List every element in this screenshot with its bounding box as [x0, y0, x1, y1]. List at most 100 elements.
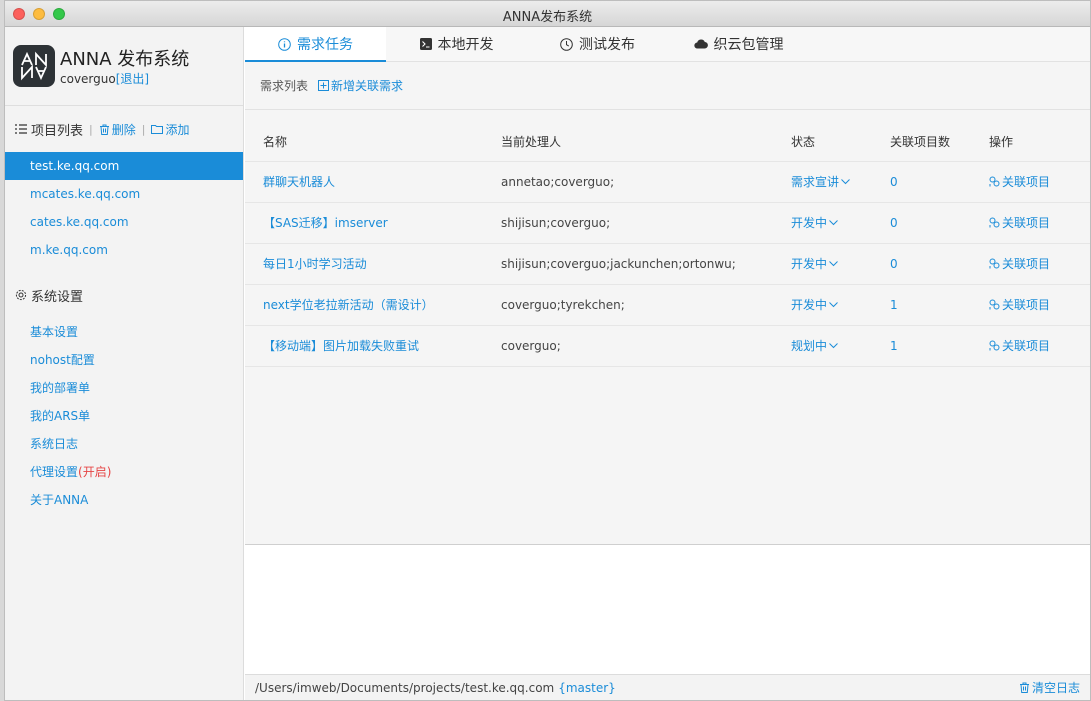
link-project-button[interactable]: 关联项目: [989, 296, 1050, 313]
clock-icon: [560, 37, 573, 51]
tab-package-management[interactable]: 织云包管理: [668, 27, 809, 61]
requirements-list-label: 需求列表: [260, 79, 309, 93]
settings-item-ars[interactable]: 我的ARS单: [5, 402, 243, 430]
folder-icon: [151, 124, 164, 134]
project-list-header: 项目列表 | 删除 | 添加: [5, 106, 243, 152]
column-name: 名称: [263, 134, 288, 149]
gear-icon: [15, 289, 27, 301]
requirement-name-link[interactable]: 【SAS迁移】imserver: [245, 202, 483, 243]
link-icon: [989, 176, 1000, 187]
project-list-title: 项目列表: [31, 123, 84, 139]
project-item-m[interactable]: m.ke.qq.com: [5, 236, 243, 264]
link-icon: [989, 299, 1000, 310]
link-project-button[interactable]: 关联项目: [989, 173, 1050, 190]
clear-log-button[interactable]: 清空日志: [1019, 679, 1080, 696]
link-icon: [989, 258, 1000, 269]
link-project-button[interactable]: 关联项目: [989, 255, 1050, 272]
status-dropdown[interactable]: 需求宣讲: [791, 173, 850, 190]
link-icon: [989, 340, 1000, 351]
settings-item-basic[interactable]: 基本设置: [5, 318, 243, 346]
requirement-name-link[interactable]: 【移动端】图片加载失败重试: [245, 325, 483, 366]
requirement-name-link[interactable]: 每日1小时学习活动: [245, 243, 483, 284]
git-branch: {master}: [558, 680, 616, 695]
table-row: 群聊天机器人 annetao;coverguo; 需求宣讲 0 关联项目: [245, 161, 1090, 202]
add-project-button[interactable]: 添加: [151, 121, 189, 138]
project-count: 0: [890, 174, 898, 189]
requirements-panel: 需求列表 新增关联需求 名称 当前处理人 状态 关联项目数 操作 群聊天机器人 …: [245, 62, 1090, 545]
requirement-name-link[interactable]: next学位老拉新活动（需设计）: [245, 284, 483, 325]
plus-square-icon: [318, 80, 330, 91]
project-list: test.ke.qq.com mcates.ke.qq.com cates.ke…: [5, 152, 243, 264]
settings-title: 系统设置: [31, 289, 84, 305]
settings-item-about[interactable]: 关于ANNA: [5, 486, 243, 514]
requirements-toolbar: 需求列表 新增关联需求: [245, 62, 1090, 110]
log-output[interactable]: [245, 546, 1090, 674]
column-status: 状态: [791, 134, 816, 149]
info-icon: [278, 37, 291, 51]
column-project-count: 关联项目数: [890, 134, 951, 149]
link-icon: [989, 217, 1000, 228]
chevron-down-icon: [829, 301, 838, 308]
project-item-mcates[interactable]: mcates.ke.qq.com: [5, 180, 243, 208]
status-dropdown[interactable]: 开发中: [791, 255, 838, 272]
project-item-test[interactable]: test.ke.qq.com: [5, 152, 243, 180]
title-bar: ANNA发布系统: [5, 1, 1090, 27]
anna-logo-icon: [13, 45, 55, 87]
requirement-handler: coverguo;: [501, 338, 561, 353]
chevron-down-icon: [829, 260, 838, 267]
current-user: coverguo[退出]: [60, 70, 149, 87]
app-window: ANNA发布系统 ANNA 发布系统 coverguo[退出] 项目列表 | 删…: [4, 0, 1091, 701]
main-panel: 需求任务 本地开发 测试发布 织云包管理 需求列表 新增关联需求 名称 当前处理…: [245, 27, 1090, 700]
cloud-icon: [693, 39, 708, 49]
tab-test-release[interactable]: 测试发布: [527, 27, 668, 61]
requirement-handler: shijisun;coverguo;: [501, 215, 611, 230]
project-count: 1: [890, 297, 898, 312]
requirement-name-link[interactable]: 群聊天机器人: [245, 161, 483, 202]
trash-icon: [1019, 682, 1030, 693]
brand-header: ANNA 发布系统 coverguo[退出]: [5, 27, 243, 106]
chevron-down-icon: [829, 219, 838, 226]
settings-item-deploy[interactable]: 我的部署单: [5, 374, 243, 402]
status-dropdown[interactable]: 开发中: [791, 296, 838, 313]
logout-link[interactable]: [退出]: [116, 72, 149, 86]
proxy-state: (开启): [78, 465, 112, 479]
table-row: next学位老拉新活动（需设计） coverguo;tyrekchen; 开发中…: [245, 284, 1090, 325]
delete-project-button[interactable]: 删除: [99, 121, 136, 138]
project-path: /Users/imweb/Documents/projects/test.ke.…: [255, 680, 555, 695]
username: coverguo: [60, 72, 116, 86]
requirements-table: 名称 当前处理人 状态 关联项目数 操作 群聊天机器人 annetao;cove…: [245, 122, 1090, 367]
settings-list: 基本设置 nohost配置 我的部署单 我的ARS单 系统日志 代理设置(开启)…: [5, 318, 243, 514]
trash-icon: [99, 124, 110, 135]
requirement-handler: shijisun;coverguo;jackunchen;ortonwu;: [501, 256, 736, 271]
window-title: ANNA发布系统: [502, 10, 593, 25]
project-count: 1: [890, 338, 898, 353]
terminal-icon: [419, 38, 432, 50]
app-title: ANNA 发布系统: [60, 49, 190, 70]
table-header-row: 名称 当前处理人 状态 关联项目数 操作: [245, 122, 1090, 161]
column-handler: 当前处理人: [501, 134, 562, 149]
project-count: 0: [890, 215, 898, 230]
status-dropdown[interactable]: 规划中: [791, 337, 838, 354]
link-project-button[interactable]: 关联项目: [989, 337, 1050, 354]
chevron-down-icon: [841, 178, 850, 185]
project-item-cates[interactable]: cates.ke.qq.com: [5, 208, 243, 236]
status-dropdown[interactable]: 开发中: [791, 214, 838, 231]
table-row: 【SAS迁移】imserver shijisun;coverguo; 开发中 0…: [245, 202, 1090, 243]
tab-local-dev[interactable]: 本地开发: [386, 27, 527, 61]
chevron-down-icon: [829, 342, 838, 349]
list-icon: [15, 124, 27, 134]
link-project-button[interactable]: 关联项目: [989, 214, 1050, 231]
requirement-handler: coverguo;tyrekchen;: [501, 297, 625, 312]
sidebar: ANNA 发布系统 coverguo[退出] 项目列表 | 删除 | 添加 te…: [5, 27, 244, 700]
requirement-handler: annetao;coverguo;: [501, 174, 615, 189]
add-requirement-button[interactable]: 新增关联需求: [318, 77, 403, 94]
settings-item-proxy[interactable]: 代理设置(开启): [5, 458, 243, 486]
settings-item-nohost[interactable]: nohost配置: [5, 346, 243, 374]
settings-item-log[interactable]: 系统日志: [5, 430, 243, 458]
status-bar: /Users/imweb/Documents/projects/test.ke.…: [245, 674, 1090, 700]
column-actions: 操作: [989, 134, 1014, 149]
settings-header: 系统设置: [5, 272, 243, 318]
tab-requirements[interactable]: 需求任务: [245, 27, 386, 62]
table-row: 每日1小时学习活动 shijisun;coverguo;jackunchen;o…: [245, 243, 1090, 284]
table-row: 【移动端】图片加载失败重试 coverguo; 规划中 1 关联项目: [245, 325, 1090, 366]
